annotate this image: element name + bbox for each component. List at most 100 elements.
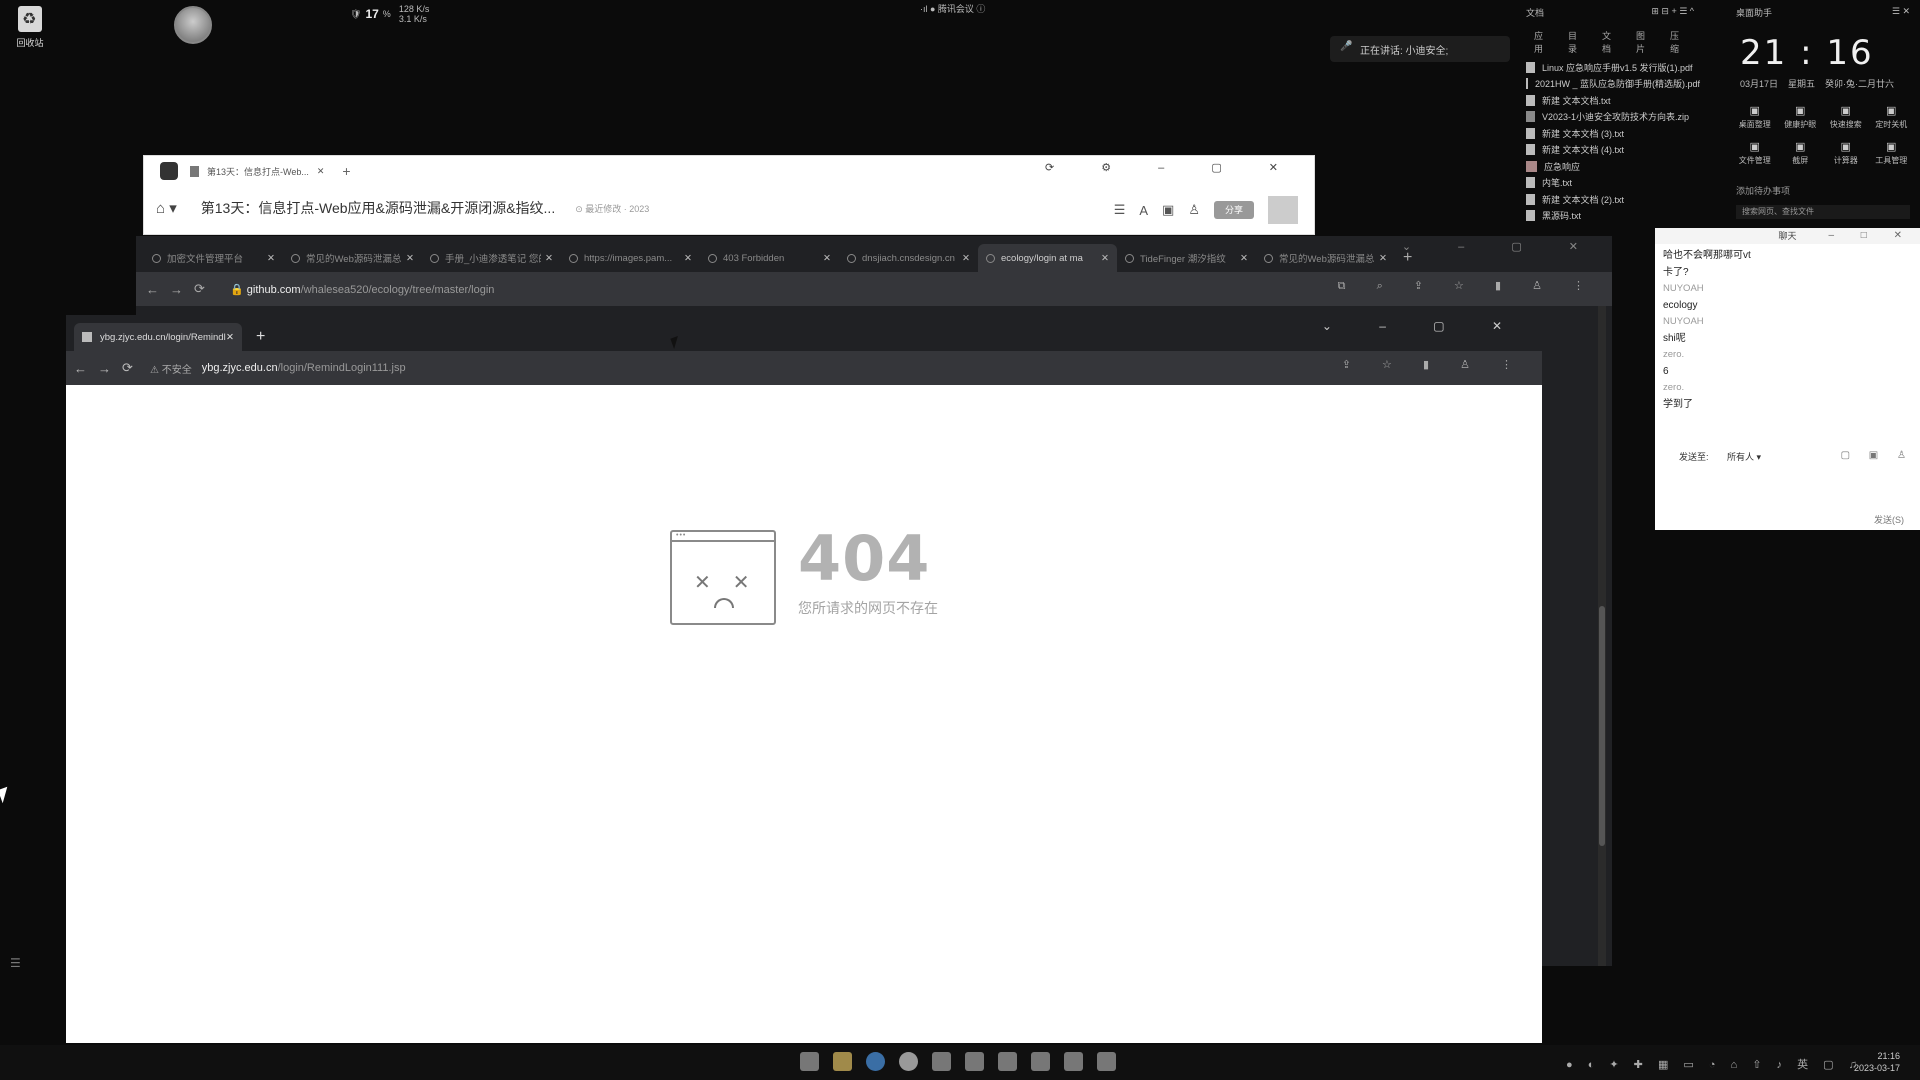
browser-tab[interactable]: dnsjiach.cnsdesign.cn ✕ xyxy=(839,244,978,272)
files-tab[interactable]: 图片 xyxy=(1636,29,1652,55)
browser-tab[interactable]: ybg.zjyc.edu.cn/login/Remindl ✕ xyxy=(74,323,242,351)
app-icon[interactable] xyxy=(998,1052,1017,1071)
send-button[interactable]: 发送(S) xyxy=(1874,513,1904,526)
home-icon[interactable]: ⌂ ▾ xyxy=(156,199,177,217)
avatar[interactable] xyxy=(174,6,212,44)
widget-search-input[interactable]: 搜索网页、查找文件 xyxy=(1736,205,1910,219)
window-controls[interactable]: ⌄ – ▢ ✕ xyxy=(1322,319,1524,333)
files-tab[interactable]: 目录 xyxy=(1568,29,1584,55)
share-button[interactable]: 分享 xyxy=(1214,201,1254,219)
close-icon[interactable]: ✕ xyxy=(1101,253,1109,264)
widget-tool[interactable]: 工具管理 xyxy=(1869,140,1915,166)
close-icon[interactable]: ✕ xyxy=(267,253,275,264)
menu-icon[interactable]: ☰ xyxy=(1114,202,1126,218)
new-tab-button[interactable]: + xyxy=(256,323,265,351)
new-tab-button[interactable]: + xyxy=(342,163,350,179)
recycle-bin-icon[interactable]: 回收站 xyxy=(10,6,50,49)
widget-tool[interactable]: 健康护眼 xyxy=(1778,104,1824,130)
menu-icon[interactable]: ☰ xyxy=(10,956,21,970)
browser-tab[interactable]: 加密文件管理平台 ✕ xyxy=(144,244,283,272)
toolbar-icons[interactable]: ⧉ ⌕ ⇪ ☆ ▮ ♙ ⋮ xyxy=(1338,279,1598,293)
widget-tool[interactable]: 计算器 xyxy=(1823,140,1869,166)
edge-icon[interactable] xyxy=(866,1052,885,1071)
address-bar[interactable]: 🔒 github.com/whalesea520/ecology/tree/ma… xyxy=(230,283,494,296)
font-size-icon[interactable]: A xyxy=(1139,203,1148,218)
url-host: github.com xyxy=(246,283,301,296)
meeting-indicator[interactable]: ·ıl ● 腾讯会议 ⓘ xyxy=(920,2,985,15)
start-icon[interactable] xyxy=(800,1052,819,1071)
taskbar-clock[interactable]: 21:16 2023-03-17 xyxy=(1854,1050,1900,1074)
app-icon[interactable] xyxy=(932,1052,951,1071)
files-widget-controls[interactable]: ⊞ ⊟ + ☰ ^ xyxy=(1651,6,1694,19)
page-icon xyxy=(1264,253,1273,263)
files-tab[interactable]: 压缩 xyxy=(1670,29,1686,55)
back-icon[interactable]: ← xyxy=(146,282,170,297)
back-icon[interactable]: ← xyxy=(74,361,98,376)
app-icon[interactable] xyxy=(1031,1052,1050,1071)
close-icon[interactable]: ✕ xyxy=(545,253,553,264)
chat-window-controls[interactable]: – □ ✕ xyxy=(1828,228,1914,244)
close-icon[interactable]: ✕ xyxy=(962,253,970,264)
window-controls[interactable]: ⌄ – ▢ ✕ xyxy=(1402,240,1600,253)
reload-icon[interactable]: ⟳ xyxy=(194,281,218,297)
browser-tab[interactable]: 常见的Web源码泄漏总 ✕ xyxy=(1256,244,1395,272)
clock-widget: 桌面助手 ☰ ✕ 21 : 16 03月17日 星期五 癸卯·兔·二月廿六 桌面… xyxy=(1726,0,1920,220)
close-icon[interactable]: ✕ xyxy=(823,253,831,264)
chrome-icon[interactable] xyxy=(899,1052,918,1071)
close-icon[interactable]: ✕ xyxy=(684,253,692,264)
error-message: 您所请求的网页不存在 xyxy=(798,600,938,616)
todo-link[interactable]: 添加待办事项 xyxy=(1726,176,1920,205)
file-item[interactable]: 新建 文本文档.txt xyxy=(1520,92,1700,109)
close-icon[interactable]: ✕ xyxy=(1379,253,1387,264)
forward-icon[interactable]: → xyxy=(98,361,122,376)
file-item[interactable]: 应急响应 xyxy=(1520,158,1700,175)
file-item[interactable]: 内笔.txt xyxy=(1520,175,1700,192)
browser-tab[interactable]: TideFinger 潮汐指纹 ✕ xyxy=(1117,244,1256,272)
terminal-icon[interactable] xyxy=(1064,1052,1083,1071)
app-icon[interactable] xyxy=(965,1052,984,1071)
file-item-name: Linux 应急响应手册v1.5 发行版(1).pdf xyxy=(1542,62,1693,73)
reload-icon[interactable]: ⟳ xyxy=(122,360,146,376)
system-tray[interactable]: ● ◐ ✦ ✚ ▦ ▭ ◔ ⌂ ⇧ ♪ 英 ▢ ♫ xyxy=(1566,1056,1863,1072)
browser-tab[interactable]: 手册_小迪渗透笔记 您的 ✕ xyxy=(422,244,561,272)
chat-tools[interactable]: ▢ ▣ ♙ xyxy=(1841,450,1914,461)
close-icon[interactable]: ✕ xyxy=(1240,253,1248,264)
present-icon[interactable]: ▣ xyxy=(1162,202,1174,218)
widget-tool[interactable]: 桌面整理 xyxy=(1732,104,1778,130)
warning-icon[interactable]: ⚠ 不安全 xyxy=(150,361,192,376)
file-explorer-icon[interactable] xyxy=(833,1052,852,1071)
notepad-icon[interactable] xyxy=(1097,1052,1116,1071)
scrollbar-thumb[interactable] xyxy=(1599,606,1605,846)
widget-tool[interactable]: 定时关机 xyxy=(1869,104,1915,130)
clock-widget-controls[interactable]: ☰ ✕ xyxy=(1892,6,1910,19)
error-code: 404 xyxy=(798,522,931,595)
file-item[interactable]: V2023-1小迪安全攻防技术方向表.zip xyxy=(1520,109,1700,126)
file-item[interactable]: 新建 文本文档 (4).txt xyxy=(1520,142,1700,159)
browser-tab[interactable]: 403 Forbidden ✕ xyxy=(700,244,839,272)
toolbar-icons[interactable]: ⇪ ☆ ▮ ♙ ⋮ xyxy=(1342,358,1526,371)
close-icon[interactable]: ✕ xyxy=(406,253,414,264)
window-controls[interactable]: ⟳ ⚙ – ▢ ✕ xyxy=(1045,161,1300,174)
browser-tab[interactable]: ecology/login at ma ✕ xyxy=(978,244,1117,272)
widget-tool[interactable]: 文件管理 xyxy=(1732,140,1778,166)
forward-icon[interactable]: → xyxy=(170,282,194,297)
close-icon[interactable]: ✕ xyxy=(317,166,325,177)
widget-tool[interactable]: 快速搜索 xyxy=(1823,104,1869,130)
files-tab[interactable]: 文档 xyxy=(1602,29,1618,55)
scrollbar[interactable] xyxy=(1598,306,1606,966)
address-bar[interactable]: ybg.zjyc.edu.cn/login/RemindLogin111.jsp xyxy=(202,362,406,374)
file-item[interactable]: 新建 文本文档 (3).txt xyxy=(1520,125,1700,142)
browser-tab[interactable]: https://images.pam... ✕ xyxy=(561,244,700,272)
file-item[interactable]: 新建 文本文档 (2).txt xyxy=(1520,191,1700,208)
browser-tab[interactable]: 常见的Web源码泄漏总 ✕ xyxy=(283,244,422,272)
file-item[interactable]: 2021HW _ 蓝队应急防御手册(精选版).pdf xyxy=(1520,76,1700,93)
file-item[interactable]: 黑源码.txt xyxy=(1520,208,1700,225)
share-users-icon[interactable]: ♙ xyxy=(1188,202,1200,218)
user-avatar[interactable] xyxy=(1268,196,1298,224)
widget-tool[interactable]: 截屏 xyxy=(1778,140,1824,166)
file-item[interactable]: Linux 应急响应手册v1.5 发行版(1).pdf xyxy=(1520,59,1700,76)
files-tab[interactable]: 应用 xyxy=(1534,29,1550,55)
close-icon[interactable]: ✕ xyxy=(226,332,234,343)
send-to-select[interactable]: 所有人 ▾ xyxy=(1727,452,1761,462)
doc-tab[interactable]: 第13天：信息打点-Web... ✕ xyxy=(190,165,324,178)
